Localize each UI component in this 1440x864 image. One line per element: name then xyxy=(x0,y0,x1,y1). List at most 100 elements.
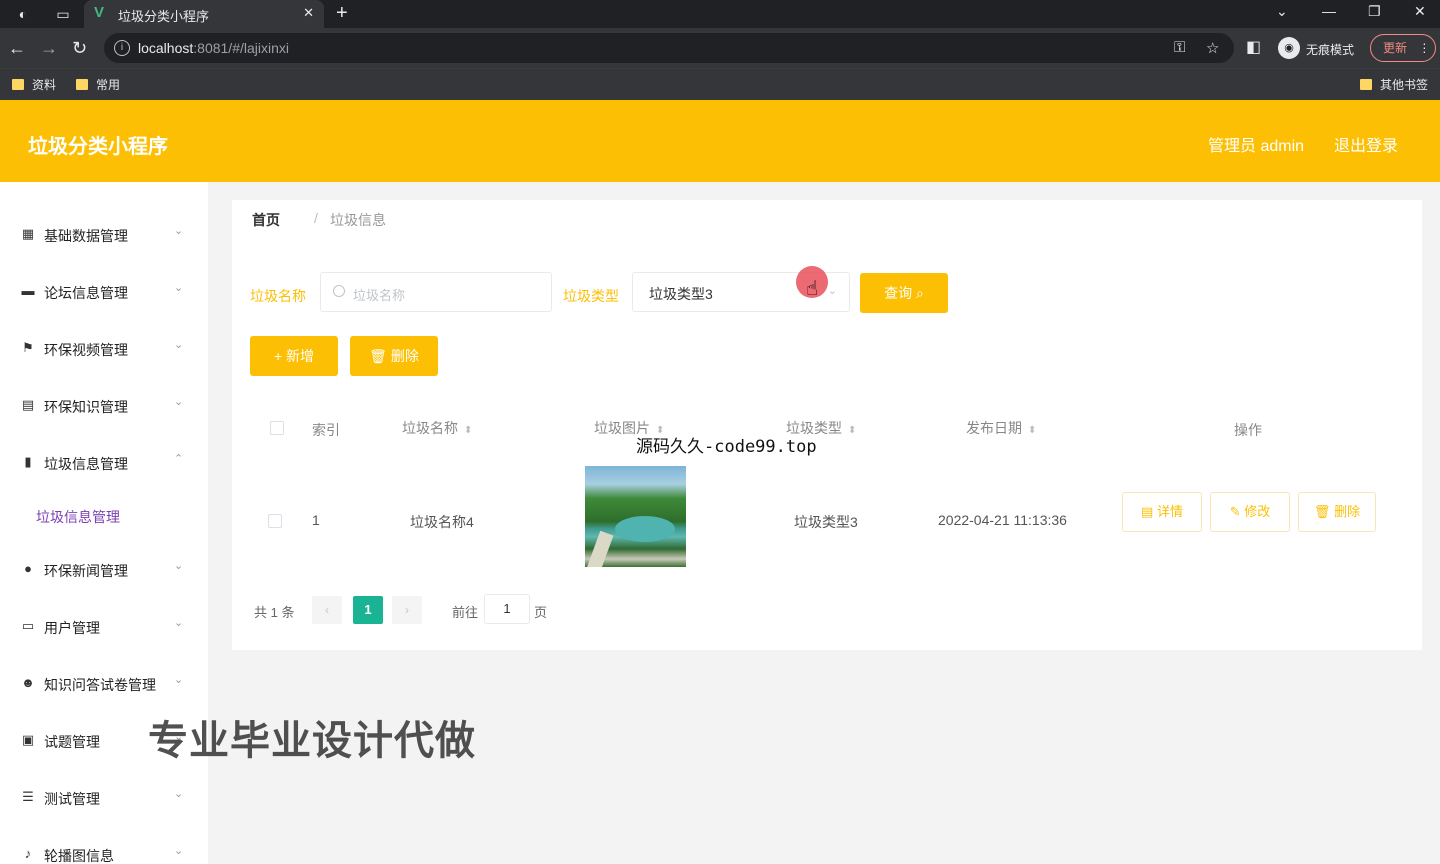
bookmark-label: 资料 xyxy=(32,78,57,92)
detail-icon: ▤ xyxy=(1141,504,1154,519)
batch-delete-button[interactable]: 🗑 删除 xyxy=(350,336,438,376)
mic-icon: ♪ xyxy=(24,846,32,861)
vue-favicon-icon: V xyxy=(94,4,105,21)
chevron-down-icon: ⌄ xyxy=(174,225,184,237)
bar-chart-icon: ▮ xyxy=(24,454,32,469)
header-name[interactable]: 垃圾名称 ⬍ xyxy=(402,418,472,438)
sidebar-item-garbage[interactable]: ▮ 垃圾信息管理 ⌃ xyxy=(0,442,208,482)
detail-label: 详情 xyxy=(1156,504,1183,519)
more-menu-icon: ⋮ xyxy=(1418,41,1431,55)
overlay-caption: 源码久久-code99.top xyxy=(636,437,817,457)
bookmarks-bar: 资料 常用 其他书签 xyxy=(0,68,1440,100)
next-page-icon[interactable]: › xyxy=(392,596,422,624)
lake-shape xyxy=(615,516,675,542)
row-checkbox[interactable] xyxy=(268,514,282,528)
sidebar-item-video[interactable]: ⚑ 环保视频管理 ⌄ xyxy=(0,328,208,368)
sidebar-subitem-garbage-info[interactable]: 垃圾信息管理 xyxy=(36,507,120,527)
logout-link[interactable]: 退出登录 xyxy=(1334,132,1398,156)
breadcrumb-home[interactable]: 首页 xyxy=(252,210,280,230)
camera-icon: ▣ xyxy=(21,732,35,747)
sidebar-item-forum[interactable]: ▬ 论坛信息管理 ⌄ xyxy=(0,271,208,311)
pager-total: 共 1 条 xyxy=(254,605,295,620)
bulb-icon: ● xyxy=(24,561,32,576)
site-info-icon[interactable]: i xyxy=(114,40,130,56)
type-filter-label: 垃圾类型 xyxy=(563,288,619,304)
url-path: :8081/#/lajixinxi xyxy=(193,40,289,56)
sidebar-item-label: 垃圾信息管理 xyxy=(44,456,128,472)
query-button[interactable]: 查询 ⌕ xyxy=(860,273,948,313)
restore-icon[interactable]: ❐ xyxy=(1368,3,1381,20)
select-all-checkbox[interactable] xyxy=(270,421,284,435)
overlay-banner: 专业毕业设计代做 xyxy=(148,719,476,763)
sidebar-item-users[interactable]: ▭ 用户管理 ⌄ xyxy=(0,606,208,646)
name-filter-label: 垃圾名称 xyxy=(250,288,306,304)
sidebar-item-basic-data[interactable]: ▦ 基础数据管理 ⌄ xyxy=(0,214,208,254)
bookmark-label: 常用 xyxy=(96,78,121,92)
chevron-down-icon: ⌄ xyxy=(174,617,184,629)
sidebar-item-label: 环保知识管理 xyxy=(44,399,128,415)
sidebar-item-quiz-paper[interactable]: ☻ 知识问答试卷管理 ⌄ xyxy=(0,663,208,703)
app-header: 垃圾分类小程序 管理员 admin 退出登录 xyxy=(0,100,1440,182)
sidebar-item-carousel[interactable]: ♪ 轮播图信息 ⌄ xyxy=(0,834,208,864)
sidebar-item-label: 测试管理 xyxy=(44,791,100,807)
monitor-icon: ▬ xyxy=(21,283,35,298)
bookmark-star-icon[interactable]: ☆ xyxy=(1206,39,1219,57)
back-icon[interactable]: ← xyxy=(8,38,26,58)
document-icon: ▤ xyxy=(21,397,35,412)
tab-strip-icon[interactable]: ▭ xyxy=(54,5,72,23)
key-icon[interactable]: ⚿ xyxy=(1174,39,1185,56)
tab-search-icon[interactable]: ⌄ xyxy=(1276,3,1288,20)
page-number[interactable]: 1 xyxy=(353,596,383,624)
chevron-down-icon: ⌄ xyxy=(174,674,184,686)
sidebar-item-tests[interactable]: ☰ 测试管理 ⌄ xyxy=(0,777,208,817)
goto-page-input[interactable]: 1 xyxy=(484,594,530,624)
reload-icon[interactable]: ↻ xyxy=(72,38,87,58)
header-name-label: 垃圾名称 xyxy=(402,420,458,436)
garbage-image xyxy=(585,466,686,567)
tab-close-icon[interactable]: ✕ xyxy=(303,5,314,21)
browser-tab[interactable]: V 垃圾分类小程序 ✕ xyxy=(84,0,324,28)
chat-icon: ▭ xyxy=(21,618,35,633)
row-delete-button[interactable]: 🗑 删除 xyxy=(1298,492,1376,532)
chevron-down-icon: ⌄ xyxy=(174,845,184,857)
name-search-input[interactable]: 垃圾名称 xyxy=(320,272,552,312)
header-date[interactable]: 发布日期 ⬍ xyxy=(966,418,1036,438)
update-button[interactable]: 更新 ⋮ xyxy=(1370,34,1436,62)
sidebar-item-news[interactable]: ● 环保新闻管理 ⌄ xyxy=(0,549,208,589)
bookmark-folder-changyong[interactable]: 常用 xyxy=(76,76,120,93)
browser-profile-icon[interactable]: ◐ xyxy=(14,5,32,23)
chevron-down-icon: ⌄ xyxy=(174,282,184,294)
breadcrumb-separator: / xyxy=(314,210,318,226)
incognito-icon[interactable]: ◉ xyxy=(1278,37,1300,59)
sidebar-item-label: 基础数据管理 xyxy=(44,228,128,244)
add-button[interactable]: + 新增 xyxy=(250,336,338,376)
edit-button[interactable]: ✎ 修改 xyxy=(1210,492,1290,532)
side-panel-icon[interactable]: ◧ xyxy=(1246,38,1261,58)
breadcrumb-current: 垃圾信息 xyxy=(330,212,386,228)
trash-icon: 🗑 xyxy=(1313,504,1331,519)
address-bar[interactable]: i localhost:8081/#/lajixinxi ⚿ ☆ xyxy=(104,33,1234,63)
sidebar-item-knowledge[interactable]: ▤ 环保知识管理 ⌄ xyxy=(0,385,208,425)
folder-icon xyxy=(1360,79,1372,90)
forward-icon[interactable]: → xyxy=(40,38,58,58)
sidebar-item-label: 知识问答试卷管理 xyxy=(44,677,156,693)
hand-cursor-icon: ☝ xyxy=(806,278,819,300)
url-text[interactable]: localhost:8081/#/lajixinxi xyxy=(138,40,289,56)
edit-label: 修改 xyxy=(1244,504,1271,519)
update-label: 更新 xyxy=(1383,41,1408,55)
chevron-up-icon: ⌃ xyxy=(174,453,184,465)
prev-page-icon[interactable]: ‹ xyxy=(312,596,342,624)
sidebar-item-label: 论坛信息管理 xyxy=(44,285,128,301)
row-delete-label: 删除 xyxy=(1334,504,1361,519)
road-shape xyxy=(586,530,614,567)
sidebar-item-label: 用户管理 xyxy=(44,620,100,636)
new-tab-icon[interactable]: + xyxy=(336,2,348,25)
minimize-icon[interactable]: — xyxy=(1322,3,1336,19)
list-icon: ☰ xyxy=(22,789,34,804)
trash-icon: 🗑 xyxy=(369,348,387,364)
window-close-icon[interactable]: ✕ xyxy=(1414,3,1426,20)
other-bookmarks[interactable]: 其他书签 xyxy=(1360,76,1428,93)
bookmark-folder-ziliao[interactable]: 资料 xyxy=(12,76,56,93)
url-host: localhost xyxy=(138,40,194,56)
detail-button[interactable]: ▤ 详情 xyxy=(1122,492,1202,532)
